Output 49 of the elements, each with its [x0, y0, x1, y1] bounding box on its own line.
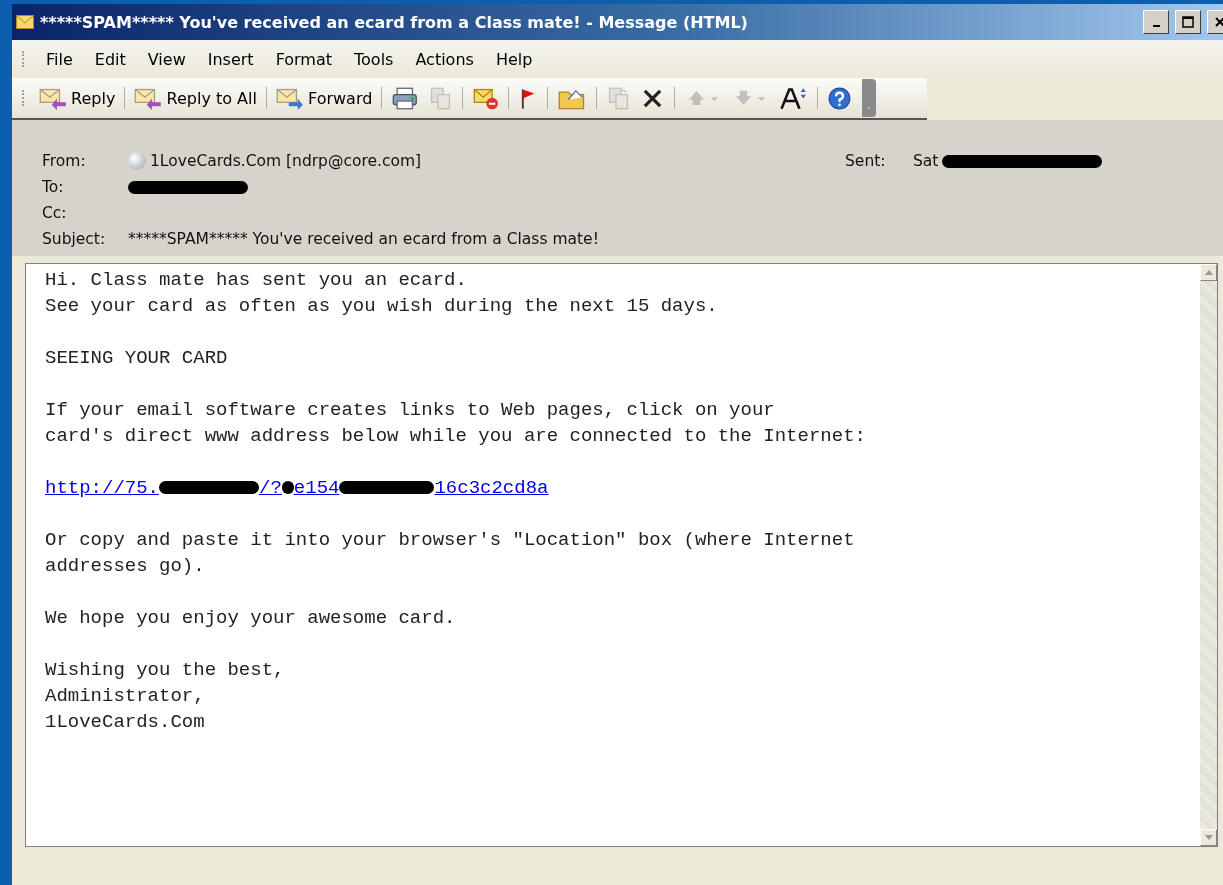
field-label: Subject:: [42, 230, 107, 248]
menu-item[interactable]: Actions: [406, 47, 483, 71]
up-arrow-icon: [1204, 270, 1213, 275]
card-link[interactable]: http://75. /? e154 16c3c2cd8a: [45, 475, 549, 501]
envelope-delete-icon: [472, 86, 499, 110]
toolbar-button[interactable]: Reply to All: [131, 84, 260, 112]
menu-item[interactable]: Format: [266, 47, 341, 71]
font-size-icon: [779, 86, 808, 110]
subject-text: *****SPAM***** You've received an ecard from a Class mate!: [128, 230, 599, 248]
minimize-button[interactable]: [1143, 10, 1169, 34]
scroll-down-button[interactable]: [1200, 829, 1217, 846]
maximize-button[interactable]: [1175, 10, 1201, 34]
field-label: From:: [42, 152, 87, 170]
field-label: To:: [42, 178, 65, 196]
menu-item[interactable]: Edit: [85, 47, 135, 71]
toolbar-button[interactable]: Forward: [272, 84, 376, 112]
sent-date: Sat: [913, 152, 939, 170]
window-title: *****SPAM***** You've received an ecard from a Class mate! - Message (HTML): [40, 12, 749, 32]
field-label: Cc:: [42, 204, 68, 222]
menu-item[interactable]: Insert: [198, 47, 263, 71]
copy-icon: [428, 86, 452, 110]
minimize-icon: [1152, 25, 1160, 27]
printer-icon: [392, 86, 418, 110]
envelope-icon: [16, 15, 34, 29]
scroll-up-button[interactable]: [1200, 264, 1217, 281]
field-label: Sent:: [845, 152, 887, 170]
toolbar-options-button[interactable]: [862, 79, 877, 117]
redaction-mark: [281, 481, 294, 495]
body-paragraph: Or copy and paste it into your browser's "Location" box (where Internet addresses go).: [45, 528, 856, 579]
contact-icon: [128, 152, 146, 170]
body-paragraph: Hi. Class mate has sent you an ecard. See your card as often as you wish during the next 15 days.: [45, 268, 719, 319]
toolbar-button[interactable]: Reply: [36, 84, 119, 112]
menu-item[interactable]: File: [37, 47, 82, 71]
body-paragraph: Wishing you the best, Administrator, 1LoveCards.Com: [45, 658, 286, 735]
menu-item[interactable]: View: [138, 47, 195, 71]
scrollbar[interactable]: [1200, 264, 1217, 846]
sender-text: 1LoveCards.Com [ndrp@core.com]: [150, 152, 422, 170]
envelope-forward-icon: [275, 86, 305, 110]
help-icon: [828, 86, 852, 110]
body-paragraph: SEEING YOUR CARD: [45, 346, 229, 371]
body-paragraph: If your email software creates links to Web pages, click on your card's direct www address below while you are connected to the Internet:: [45, 398, 867, 449]
menu-item[interactable]: Help: [486, 47, 542, 71]
envelope-reply-icon: [134, 86, 163, 110]
maximize-icon: [1182, 16, 1194, 28]
body-paragraph: We hope you enjoy your awesome card.: [45, 606, 457, 631]
close-icon: [1215, 17, 1223, 27]
envelope-reply-icon: [39, 86, 68, 110]
down-arrow-icon: [1204, 835, 1213, 840]
menu-item[interactable]: Tools: [345, 47, 403, 71]
